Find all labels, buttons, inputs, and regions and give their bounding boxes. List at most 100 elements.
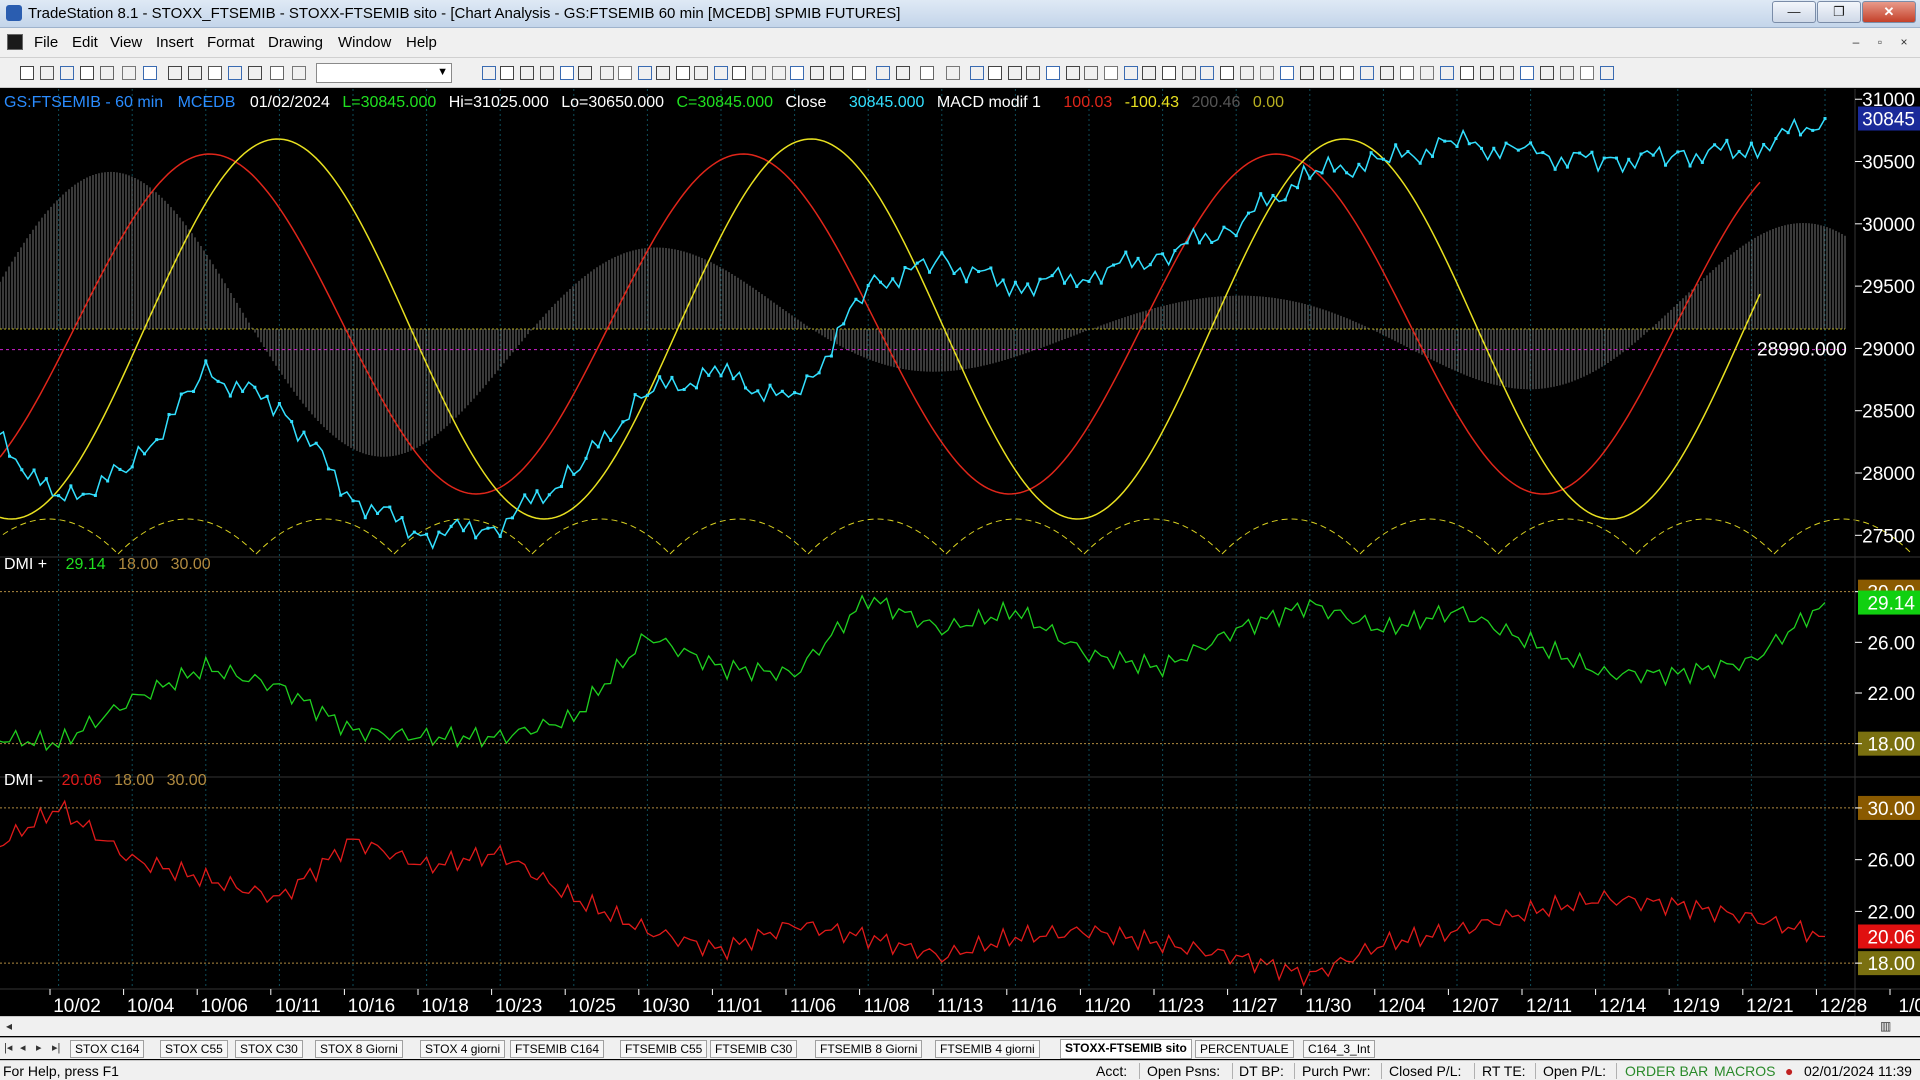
- menu-window[interactable]: Window: [338, 34, 391, 51]
- toolbar-tool-icon[interactable]: [1280, 66, 1294, 80]
- tab-prev-icon[interactable]: ◂: [20, 1041, 26, 1054]
- toolbar-tool-icon[interactable]: [752, 66, 766, 80]
- tab-ftsemib-c30[interactable]: FTSEMIB C30: [710, 1040, 798, 1058]
- toolbar-tool-icon[interactable]: [1046, 66, 1060, 80]
- tab-next-icon[interactable]: ▸: [36, 1041, 42, 1054]
- tab-stox-c164[interactable]: STOX C164: [70, 1040, 145, 1058]
- toolbar-tool-icon[interactable]: [270, 66, 284, 80]
- tab-ftsemib-8-giorni[interactable]: FTSEMIB 8 Giorni: [815, 1040, 923, 1058]
- menu-view[interactable]: View: [110, 34, 142, 51]
- tab-stox-c55[interactable]: STOX C55: [160, 1040, 228, 1058]
- toolbar-tool-icon[interactable]: [500, 66, 514, 80]
- toolbar-tool-icon[interactable]: [60, 66, 74, 80]
- scroll-thumb-icon[interactable]: ▥: [1880, 1019, 1891, 1033]
- toolbar-tool-icon[interactable]: [1500, 66, 1514, 80]
- toolbar-tool-icon[interactable]: [1380, 66, 1394, 80]
- toolbar-tool-icon[interactable]: [988, 66, 1002, 80]
- menu-file[interactable]: File: [34, 34, 58, 51]
- toolbar-tool-icon[interactable]: [1220, 66, 1234, 80]
- toolbar-tool-icon[interactable]: [1340, 66, 1354, 80]
- toolbar-tool-icon[interactable]: [1300, 66, 1314, 80]
- tab-stoxx-ftsemib-sito[interactable]: STOXX-FTSEMIB sito: [1060, 1039, 1192, 1059]
- toolbar-tool-icon[interactable]: [676, 66, 690, 80]
- toolbar-tool-icon[interactable]: [1420, 66, 1434, 80]
- toolbar-tool-icon[interactable]: [810, 66, 824, 80]
- tab-last-icon[interactable]: ▸|: [52, 1041, 60, 1054]
- toolbar-tool-icon[interactable]: [1600, 66, 1614, 80]
- macros-button[interactable]: MACROS: [1714, 1063, 1775, 1079]
- tab-c164-3-int[interactable]: C164_3_Int: [1303, 1040, 1376, 1058]
- horizontal-scrollbar[interactable]: ◂ ▥: [0, 1016, 1920, 1036]
- toolbar-tool-icon[interactable]: [80, 66, 94, 80]
- toolbar-tool-icon[interactable]: [1104, 66, 1118, 80]
- toolbar-tool-icon[interactable]: [970, 66, 984, 80]
- toolbar-tool-icon[interactable]: [482, 66, 496, 80]
- toolbar-tool-icon[interactable]: [876, 66, 890, 80]
- toolbar-tool-icon[interactable]: [1008, 66, 1022, 80]
- toolbar-tool-icon[interactable]: [1440, 66, 1454, 80]
- tab-ftsemib-c164[interactable]: FTSEMIB C164: [510, 1040, 605, 1058]
- toolbar-tool-icon[interactable]: [618, 66, 632, 80]
- toolbar-tool-icon[interactable]: [830, 66, 844, 80]
- tab-stox-4-giorni[interactable]: STOX 4 giorni: [420, 1040, 506, 1058]
- toolbar-tool-icon[interactable]: [1182, 66, 1196, 80]
- chart-canvas[interactable]: 28990.000 310003050030000295002900028500…: [0, 89, 1920, 1016]
- toolbar-tool-icon[interactable]: [122, 66, 136, 80]
- workspace-combo[interactable]: ▼: [316, 63, 452, 83]
- toolbar-tool-icon[interactable]: [20, 66, 34, 80]
- toolbar-tool-icon[interactable]: [694, 66, 708, 80]
- toolbar-tool-icon[interactable]: [1540, 66, 1554, 80]
- menu-edit[interactable]: Edit: [72, 34, 98, 51]
- toolbar-tool-icon[interactable]: [638, 66, 652, 80]
- maximize-button[interactable]: ❐: [1817, 1, 1861, 23]
- mdi-restore-button[interactable]: ▫: [1870, 32, 1890, 52]
- tab-ftsemib-4-giorni[interactable]: FTSEMIB 4 giorni: [935, 1040, 1040, 1058]
- tab-stox-8-giorni[interactable]: STOX 8 Giorni: [315, 1040, 403, 1058]
- toolbar-tool-icon[interactable]: [40, 66, 54, 80]
- toolbar-tool-icon[interactable]: [560, 66, 574, 80]
- toolbar-tool-icon[interactable]: [790, 66, 804, 80]
- toolbar-tool-icon[interactable]: [1560, 66, 1574, 80]
- toolbar-tool-icon[interactable]: [1240, 66, 1254, 80]
- menu-insert[interactable]: Insert: [156, 34, 194, 51]
- toolbar-tool-icon[interactable]: [1580, 66, 1594, 80]
- toolbar-tool-icon[interactable]: [1460, 66, 1474, 80]
- toolbar-tool-icon[interactable]: [1400, 66, 1414, 80]
- toolbar-tool-icon[interactable]: [143, 66, 157, 80]
- menu-help[interactable]: Help: [406, 34, 437, 51]
- toolbar-tool-icon[interactable]: [1124, 66, 1138, 80]
- toolbar-tool-icon[interactable]: [188, 66, 202, 80]
- toolbar-tool-icon[interactable]: [600, 66, 614, 80]
- toolbar-tool-icon[interactable]: [1162, 66, 1176, 80]
- toolbar-tool-icon[interactable]: [1260, 66, 1274, 80]
- toolbar-tool-icon[interactable]: [852, 66, 866, 80]
- tab-first-icon[interactable]: |◂: [4, 1041, 12, 1054]
- order-bar-button[interactable]: ORDER BAR: [1625, 1063, 1708, 1079]
- mdi-minimize-button[interactable]: –: [1846, 32, 1866, 52]
- toolbar-tool-icon[interactable]: [946, 66, 960, 80]
- toolbar-tool-icon[interactable]: [520, 66, 534, 80]
- tab-ftsemib-c55[interactable]: FTSEMIB C55: [620, 1040, 708, 1058]
- toolbar-tool-icon[interactable]: [208, 66, 222, 80]
- chart-window-icon[interactable]: [7, 34, 23, 50]
- toolbar-tool-icon[interactable]: [920, 66, 934, 80]
- toolbar-tool-icon[interactable]: [1026, 66, 1040, 80]
- toolbar-tool-icon[interactable]: [540, 66, 554, 80]
- toolbar-tool-icon[interactable]: [1360, 66, 1374, 80]
- toolbar-tool-icon[interactable]: [292, 66, 306, 80]
- toolbar-tool-icon[interactable]: [1084, 66, 1098, 80]
- menu-format[interactable]: Format: [207, 34, 255, 51]
- close-button[interactable]: ✕: [1862, 1, 1916, 23]
- mdi-close-button[interactable]: ×: [1894, 32, 1914, 52]
- toolbar-tool-icon[interactable]: [1066, 66, 1080, 80]
- toolbar-tool-icon[interactable]: [896, 66, 910, 80]
- toolbar-tool-icon[interactable]: [656, 66, 670, 80]
- toolbar-tool-icon[interactable]: [1480, 66, 1494, 80]
- toolbar-tool-icon[interactable]: [168, 66, 182, 80]
- toolbar-tool-icon[interactable]: [732, 66, 746, 80]
- toolbar-tool-icon[interactable]: [578, 66, 592, 80]
- chart-analysis-window[interactable]: 28990.000 31000 30500 30000 29500 29000 28500…: [0, 89, 1920, 1016]
- toolbar-tool-icon[interactable]: [1520, 66, 1534, 80]
- menu-drawing[interactable]: Drawing: [268, 34, 323, 51]
- toolbar-tool-icon[interactable]: [714, 66, 728, 80]
